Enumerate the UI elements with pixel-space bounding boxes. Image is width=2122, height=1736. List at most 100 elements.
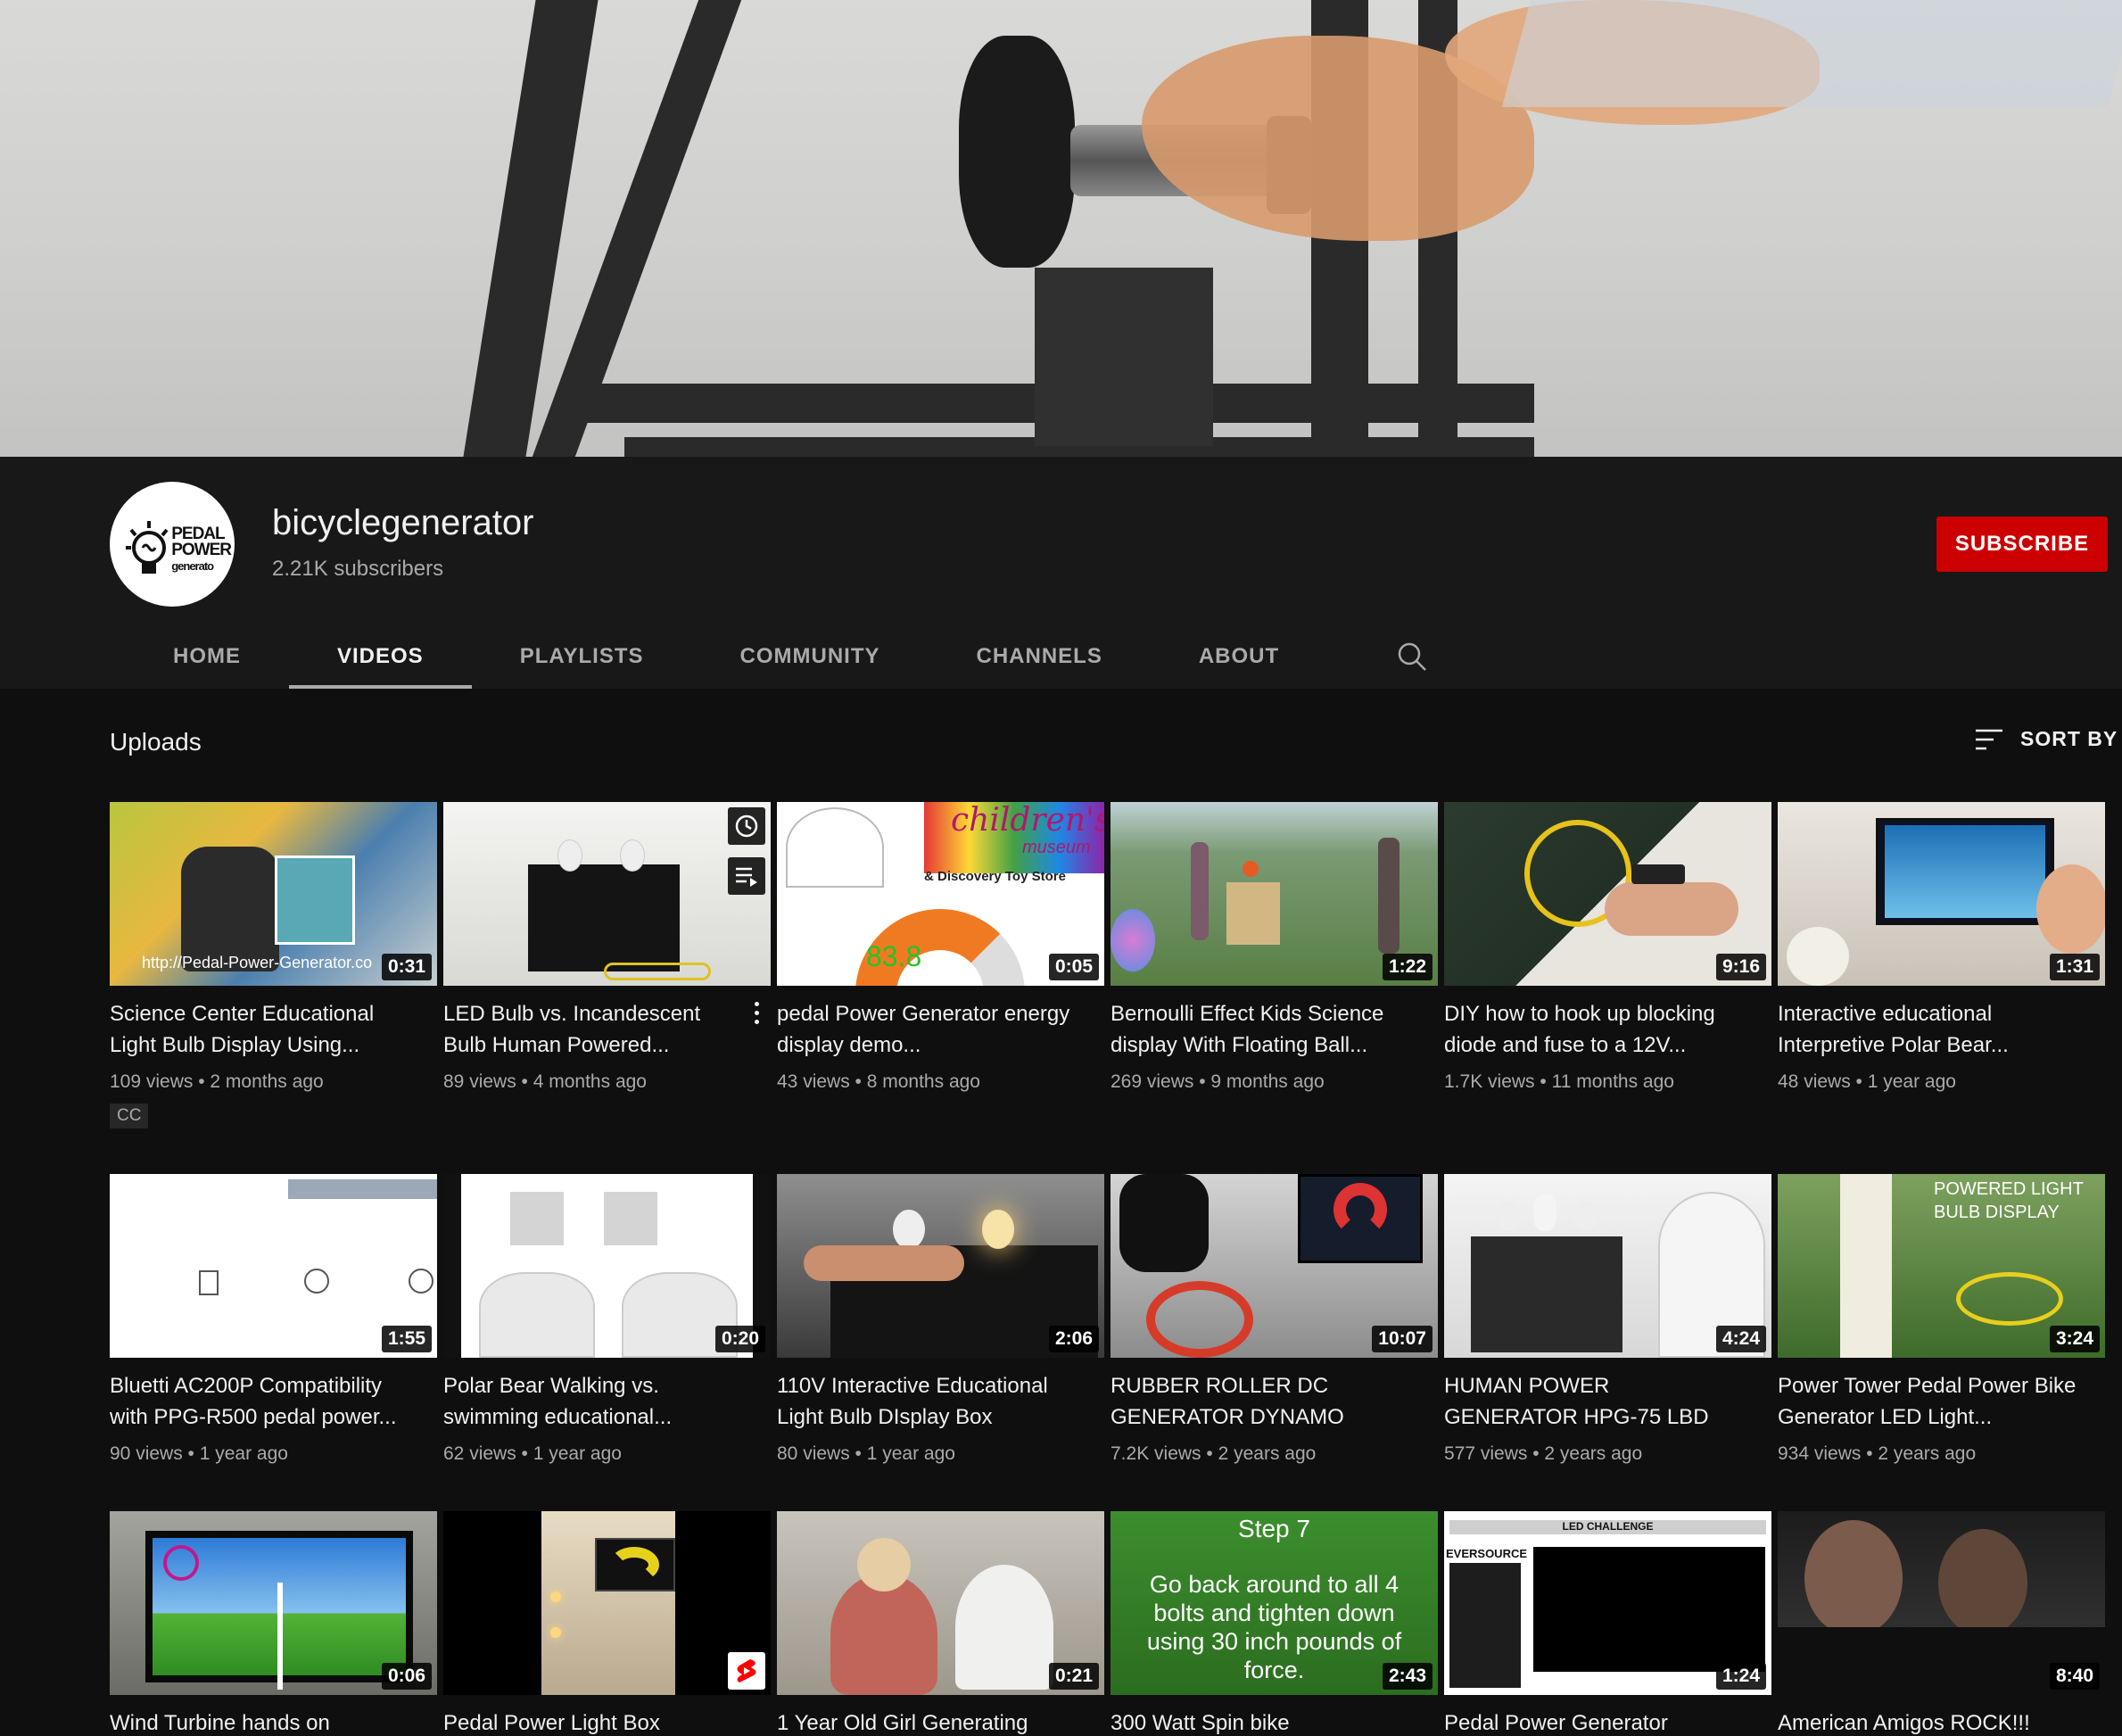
video-duration: 3:24 bbox=[2049, 1326, 2100, 1352]
video-title[interactable]: American Amigos ROCK!!! bbox=[1778, 1707, 2105, 1736]
video-card[interactable]: 8:40 American Amigos ROCK!!! bbox=[1778, 1511, 2105, 1736]
video-thumbnail[interactable]: Step 7 Go back around to all 4 bolts and… bbox=[1111, 1511, 1438, 1695]
video-duration: 1:24 bbox=[1715, 1663, 1766, 1690]
video-card[interactable]: 1:22 Bernoulli Effect Kids Science displ… bbox=[1111, 802, 1438, 1174]
video-title[interactable]: 110V Interactive Educational Light Bulb … bbox=[777, 1370, 1104, 1433]
channel-tabs: HOME VIDEOS PLAYLISTS COMMUNITY CHANNELS… bbox=[125, 624, 1452, 689]
video-meta: 1.7K views • 11 months ago bbox=[1444, 1071, 1674, 1092]
search-icon bbox=[1398, 642, 1427, 671]
video-title[interactable]: 1 Year Old Girl Generating bbox=[777, 1707, 1104, 1736]
video-thumbnail[interactable]: 8:40 bbox=[1778, 1511, 2105, 1695]
video-thumbnail[interactable]: 9:16 bbox=[1444, 802, 1771, 986]
video-title[interactable]: Pedal Power Generator bbox=[1444, 1707, 1771, 1736]
tab-videos[interactable]: VIDEOS bbox=[289, 624, 472, 689]
video-thumbnail[interactable] bbox=[443, 1511, 771, 1695]
subscriber-count: 2.21K subscribers bbox=[272, 557, 444, 581]
video-duration: 0:31 bbox=[381, 954, 432, 980]
avatar-logo-text: PEDAL POWER generato bbox=[171, 525, 232, 573]
video-title[interactable]: Bernoulli Effect Kids Science display Wi… bbox=[1111, 998, 1438, 1061]
video-thumbnail[interactable]: 0:21 bbox=[777, 1511, 1104, 1695]
video-duration: 0:20 bbox=[714, 1326, 765, 1352]
video-duration: 9:16 bbox=[1715, 954, 1766, 980]
video-meta: 934 views • 2 years ago bbox=[1778, 1443, 1977, 1464]
video-card[interactable]: children's museum & Discovery Toy Store … bbox=[777, 802, 1104, 1174]
video-card[interactable]: 0:20 Polar Bear Walking vs. swimming edu… bbox=[443, 1174, 771, 1511]
video-card[interactable]: 0:06 Wind Turbine hands on bbox=[110, 1511, 437, 1736]
video-meta: 89 views • 4 months ago bbox=[443, 1071, 647, 1092]
video-thumbnail[interactable]: LED CHALLENGE EVERSOURCE 1:24 bbox=[1444, 1511, 1771, 1695]
video-title[interactable]: Polar Bear Walking vs. swimming educatio… bbox=[443, 1370, 771, 1433]
thumbnail-step-title: Step 7 bbox=[1238, 1515, 1310, 1542]
video-title[interactable]: Pedal Power Light Box bbox=[443, 1707, 771, 1736]
channel-header: PEDAL POWER generato bicyclegenerator 2.… bbox=[0, 457, 2122, 689]
video-title[interactable]: RUBBER ROLLER DC GENERATOR DYNAMO FOR... bbox=[1111, 1370, 1438, 1433]
subscribe-button[interactable]: SUBSCRIBE bbox=[1936, 517, 2108, 572]
video-card[interactable]: 1:31 Interactive educational Interpretiv… bbox=[1778, 802, 2105, 1174]
video-duration: 10:07 bbox=[1372, 1326, 1433, 1352]
video-thumbnail[interactable]: 10:07 bbox=[1111, 1174, 1438, 1358]
video-card[interactable]: POWERED LIGHT BULB DISPLAY 3:24 Power To… bbox=[1778, 1174, 2105, 1511]
tab-about[interactable]: ABOUT bbox=[1151, 624, 1327, 689]
video-card[interactable]: Pedal Power Light Box bbox=[443, 1511, 771, 1736]
sort-by-button[interactable]: SORT BY bbox=[1974, 727, 2118, 751]
video-meta: 43 views • 8 months ago bbox=[777, 1071, 980, 1092]
video-title[interactable]: LED Bulb vs. Incandescent Bulb Human Pow… bbox=[443, 998, 771, 1061]
tab-home[interactable]: HOME bbox=[125, 624, 289, 689]
video-title[interactable]: 300 Watt Spin bike bbox=[1111, 1707, 1438, 1736]
video-thumbnail[interactable]: 1:22 bbox=[1111, 802, 1438, 986]
video-card[interactable]: 1:55 Bluetti AC200P Compatibility with P… bbox=[110, 1174, 437, 1511]
channel-avatar[interactable]: PEDAL POWER generato bbox=[110, 482, 235, 607]
video-thumbnail[interactable]: 4:24 bbox=[1444, 1174, 1771, 1358]
sort-by-label: SORT BY bbox=[2020, 727, 2118, 750]
video-card[interactable]: http://Pedal-Power-Generator.co 0:31 Sci… bbox=[110, 802, 437, 1174]
video-title[interactable]: Interactive educational Interpretive Pol… bbox=[1778, 998, 2105, 1061]
video-thumbnail[interactable]: POWERED LIGHT BULB DISPLAY 3:24 bbox=[1778, 1174, 2105, 1358]
video-thumbnail[interactable]: 1:55 bbox=[110, 1174, 437, 1358]
tab-playlists[interactable]: PLAYLISTS bbox=[472, 624, 692, 689]
video-card[interactable]: 2:06 110V Interactive Educational Light … bbox=[777, 1174, 1104, 1511]
video-card[interactable]: 0:21 1 Year Old Girl Generating bbox=[777, 1511, 1104, 1736]
more-actions-button[interactable] bbox=[746, 996, 767, 1029]
video-thumbnail[interactable] bbox=[443, 802, 771, 986]
video-thumbnail[interactable]: http://Pedal-Power-Generator.co 0:31 bbox=[110, 802, 437, 986]
video-card[interactable]: Step 7 Go back around to all 4 bolts and… bbox=[1111, 1511, 1438, 1736]
video-thumbnail[interactable]: 0:20 bbox=[443, 1174, 771, 1358]
video-title[interactable]: pedal Power Generator energy display dem… bbox=[777, 998, 1104, 1061]
video-thumbnail[interactable]: 0:06 bbox=[110, 1511, 437, 1695]
video-duration: 2:06 bbox=[1048, 1326, 1099, 1352]
channel-search-button[interactable] bbox=[1372, 624, 1452, 689]
video-thumbnail[interactable]: 2:06 bbox=[777, 1174, 1104, 1358]
video-meta: 48 views • 1 year ago bbox=[1778, 1071, 1956, 1092]
video-meta: 80 views • 1 year ago bbox=[777, 1443, 955, 1464]
thumbnail-watts-readout: 83.8 bbox=[866, 940, 922, 972]
video-duration: 0:06 bbox=[381, 1663, 432, 1690]
video-duration: 0:05 bbox=[1048, 954, 1099, 980]
clock-icon bbox=[735, 814, 758, 838]
tab-channels[interactable]: CHANNELS bbox=[929, 624, 1151, 689]
thumbnail-url-text: http://Pedal-Power-Generator.co bbox=[142, 954, 373, 971]
video-thumbnail[interactable]: children's museum & Discovery Toy Store … bbox=[777, 802, 1104, 986]
video-card[interactable]: 10:07 RUBBER ROLLER DC GENERATOR DYNAMO … bbox=[1111, 1174, 1438, 1511]
video-card[interactable]: 9:16 DIY how to hook up blocking diode a… bbox=[1444, 802, 1771, 1174]
add-to-queue-button[interactable] bbox=[728, 857, 765, 895]
kebab-icon bbox=[754, 1001, 759, 1024]
video-thumbnail[interactable]: 1:31 bbox=[1778, 802, 2105, 986]
video-title[interactable]: Bluetti AC200P Compatibility with PPG-R5… bbox=[110, 1370, 437, 1433]
thumbnail-sponsor-text: EVERSOURCE bbox=[1446, 1547, 1528, 1560]
video-meta: 90 views • 1 year ago bbox=[110, 1443, 288, 1464]
shorts-icon bbox=[737, 1659, 756, 1682]
channel-name: bicyclegenerator bbox=[272, 503, 534, 542]
video-meta: 269 views • 9 months ago bbox=[1111, 1071, 1325, 1092]
video-title[interactable]: Power Tower Pedal Power Bike Generator L… bbox=[1778, 1370, 2105, 1433]
watch-later-button[interactable] bbox=[728, 807, 765, 845]
video-card[interactable]: 4:24 HUMAN POWER GENERATOR HPG-75 LBD (L… bbox=[1444, 1174, 1771, 1511]
video-title[interactable]: Science Center Educational Light Bulb Di… bbox=[110, 998, 437, 1061]
video-meta: 7.2K views • 2 years ago bbox=[1111, 1443, 1317, 1464]
video-title[interactable]: HUMAN POWER GENERATOR HPG-75 LBD (Light … bbox=[1444, 1370, 1771, 1433]
video-title[interactable]: Wind Turbine hands on bbox=[110, 1707, 437, 1736]
video-card[interactable]: LED Bulb vs. Incandescent Bulb Human Pow… bbox=[443, 802, 771, 1174]
thumbnail-logo-text: children's bbox=[951, 802, 1104, 839]
video-card[interactable]: LED CHALLENGE EVERSOURCE 1:24 Pedal Powe… bbox=[1444, 1511, 1771, 1736]
tab-community[interactable]: COMMUNITY bbox=[692, 624, 929, 689]
video-title[interactable]: DIY how to hook up blocking diode and fu… bbox=[1444, 998, 1771, 1061]
